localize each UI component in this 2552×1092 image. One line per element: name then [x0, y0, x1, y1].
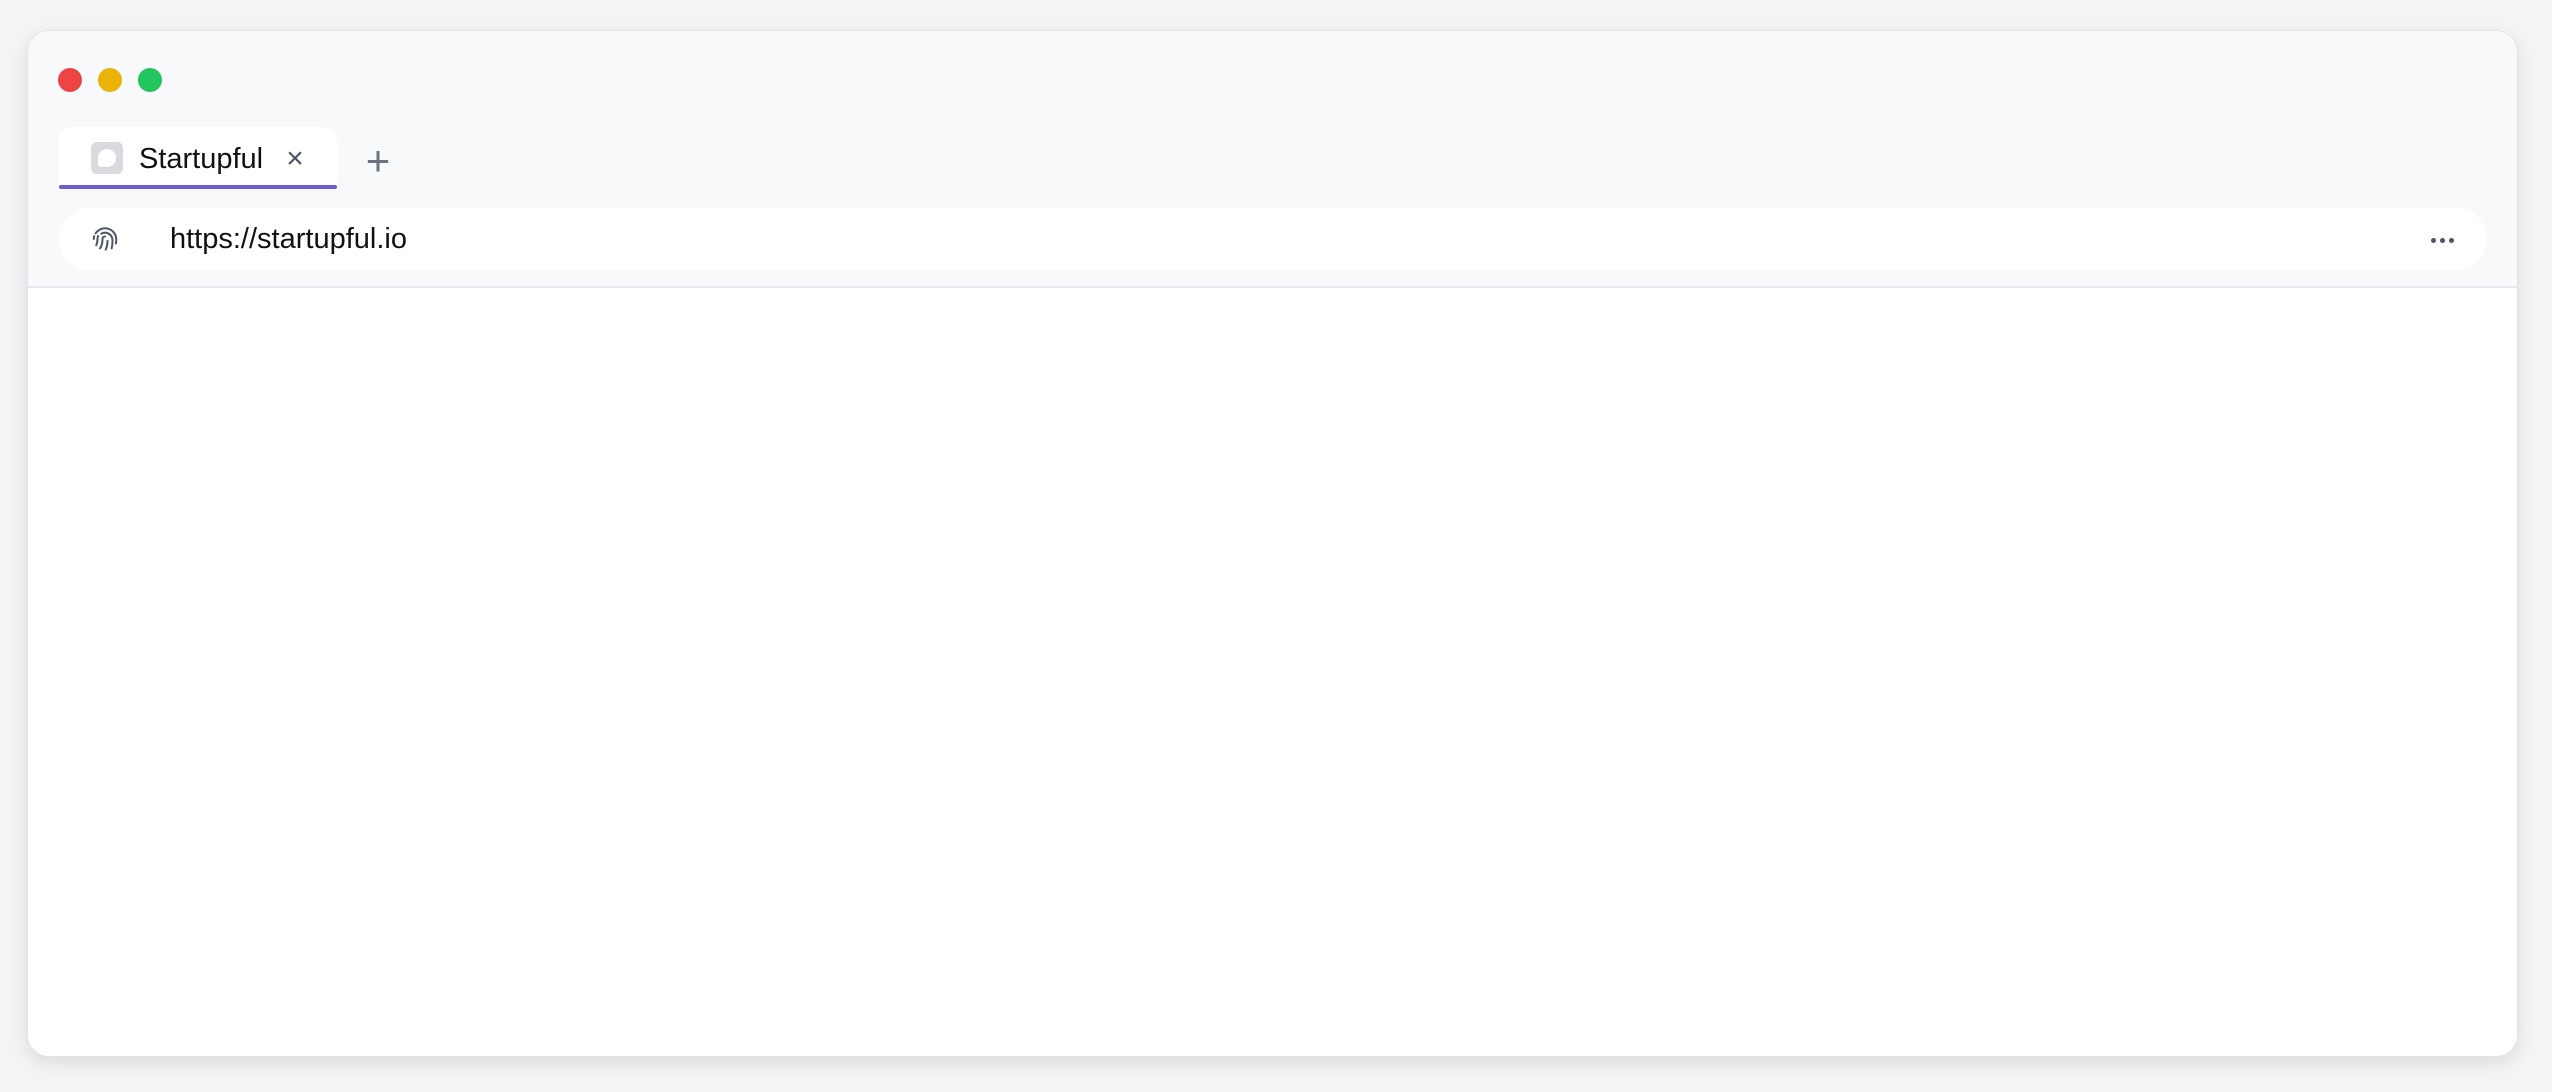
tab-title: Startupful	[139, 143, 264, 175]
tab-startupful[interactable]: Startupful ×	[59, 127, 337, 189]
address-bar[interactable]: https://startupful.io	[59, 208, 2487, 270]
fingerprint-icon	[92, 227, 118, 251]
close-window-button[interactable]	[58, 68, 82, 92]
tab-close-icon[interactable]: ×	[281, 144, 309, 174]
new-tab-button[interactable]: +	[358, 140, 398, 182]
zoom-window-button[interactable]	[138, 68, 162, 92]
window-controls	[58, 68, 162, 92]
page-content	[28, 288, 2517, 1056]
minimize-window-button[interactable]	[98, 68, 122, 92]
active-tab-indicator	[59, 185, 337, 189]
startupful-favicon-icon	[91, 142, 123, 174]
browser-window: Startupful × + https://startupful.io	[27, 30, 2518, 1057]
url-text[interactable]: https://startupful.io	[170, 223, 407, 255]
more-menu-icon[interactable]	[2427, 226, 2457, 254]
browser-chrome: Startupful × + https://startupful.io	[28, 31, 2517, 288]
